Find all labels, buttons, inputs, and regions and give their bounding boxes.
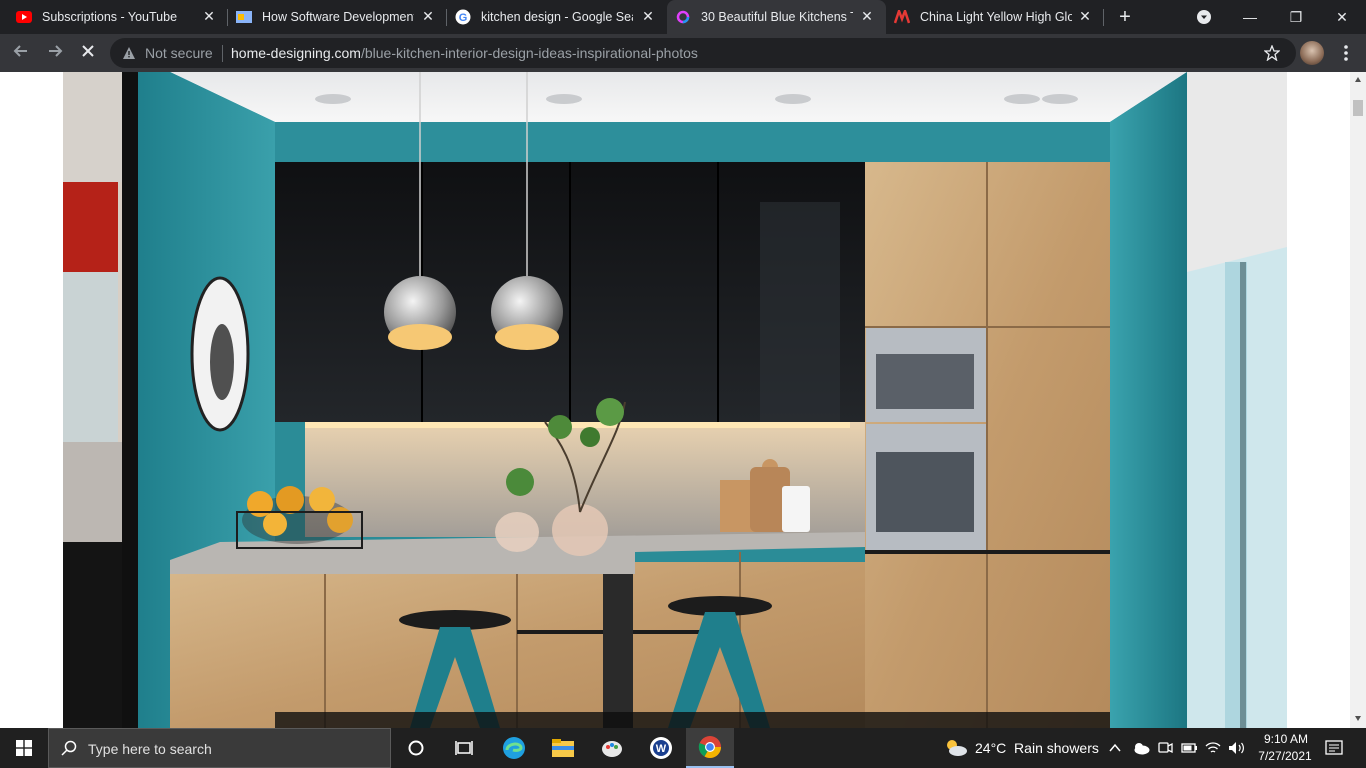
weather-icon[interactable] [944,738,968,758]
tab-title: China Light Yellow High Glo [920,10,1072,24]
folder-icon [552,739,574,757]
chevron-down-icon [1197,10,1211,24]
tab-blue-kitchens[interactable]: 30 Beautiful Blue Kitchens To ✕ [667,0,886,34]
taskbar-search-box[interactable]: Type here to search [48,728,391,768]
site-icon [236,11,252,23]
taskbar-paint[interactable] [588,728,636,768]
taskbar: Type here to search W 24°C Rain showers … [0,728,1366,768]
url-text[interactable]: home-designing.com/blue-kitchen-interior… [231,45,698,61]
tab-title: kitchen design - Google Sea [481,10,633,24]
restore-button[interactable]: ❐ [1273,0,1319,34]
scrollbar-thumb[interactable] [1353,100,1363,116]
tab-software-development[interactable]: How Software Development ✕ [228,0,447,34]
taskbar-search-placeholder: Type here to search [88,741,212,757]
task-view-icon [455,741,473,755]
chevron-up-icon[interactable] [1108,741,1122,755]
volume-icon[interactable] [1228,740,1246,756]
close-window-button[interactable]: ✕ [1319,0,1365,34]
windows-icon [16,740,32,756]
page-scrollbar[interactable] [1350,72,1366,728]
stop-loading-button[interactable] [77,42,99,64]
chrome-icon [698,736,721,758]
google-icon: G [455,9,471,25]
onedrive-icon[interactable] [1132,741,1150,755]
tab-title: How Software Development [262,10,414,24]
site-icon [676,10,690,24]
close-icon[interactable]: ✕ [202,9,216,23]
made-in-china-icon [894,10,910,24]
clock-time[interactable]: 9:10 AM [1255,732,1317,746]
avatar[interactable] [1300,41,1324,65]
warning-icon [123,47,135,59]
arrow-left-icon [13,45,27,57]
tab-search-button[interactable] [1182,0,1226,34]
tab-youtube[interactable]: Subscriptions - YouTube ✕ [8,0,228,34]
word-icon: W [650,737,672,759]
taskbar-chrome[interactable] [686,728,734,768]
forward-button[interactable] [44,42,66,64]
close-icon[interactable]: ✕ [641,9,655,23]
url-domain: home-designing.com [231,45,361,61]
search-icon [61,740,77,756]
close-icon[interactable]: ✕ [421,9,435,23]
back-button[interactable] [10,42,32,64]
notifications-icon[interactable] [1325,739,1343,757]
more-vert-icon [1344,45,1348,61]
tab-title: Subscriptions - YouTube [42,10,178,24]
address-divider [222,45,223,62]
kitchen-photo [0,72,1350,728]
svg-text:W: W [656,743,667,755]
tab-bar: Subscriptions - YouTube ✕ How Software D… [0,0,1366,34]
meet-now-icon[interactable] [1157,740,1173,756]
cortana-icon [408,740,424,756]
browser-toolbar: Not secure home-designing.com/blue-kitch… [0,34,1366,72]
arrow-right-icon [49,45,63,57]
clock-date[interactable]: 7/27/2021 [1252,749,1318,763]
tab-google-search[interactable]: G kitchen design - Google Sea ✕ [447,0,667,34]
new-tab-button[interactable]: + [1110,0,1140,34]
close-icon [82,45,94,57]
taskbar-word[interactable]: W [637,728,685,768]
taskbar-edge[interactable] [490,728,538,768]
minimize-button[interactable]: — [1227,0,1273,34]
tab-title: 30 Beautiful Blue Kitchens To [701,10,853,24]
taskbar-file-explorer[interactable] [539,728,587,768]
scroll-down-icon[interactable] [1354,714,1362,722]
task-view-button[interactable] [440,728,488,768]
wifi-icon[interactable] [1205,740,1221,756]
edge-icon [503,737,525,759]
youtube-icon [16,11,32,23]
url-path: /blue-kitchen-interior-design-ideas-insp… [360,45,698,61]
weather-text[interactable]: 24°C Rain showers [975,740,1099,756]
address-bar[interactable]: Not secure home-designing.com/blue-kitch… [110,38,1296,68]
scroll-up-icon[interactable] [1354,76,1362,84]
star-icon[interactable] [1264,45,1280,61]
tab-made-in-china[interactable]: China Light Yellow High Glo ✕ [886,0,1104,34]
svg-text:G: G [459,12,468,24]
cortana-button[interactable] [392,728,440,768]
menu-button[interactable] [1336,43,1356,63]
page-content [0,72,1350,728]
tab-separator [1103,9,1104,26]
close-icon[interactable]: ✕ [1078,9,1092,23]
battery-icon[interactable] [1180,740,1198,756]
start-button[interactable] [0,728,48,768]
close-icon[interactable]: ✕ [860,9,874,23]
security-label[interactable]: Not secure [145,45,213,61]
paint-icon [602,741,622,757]
